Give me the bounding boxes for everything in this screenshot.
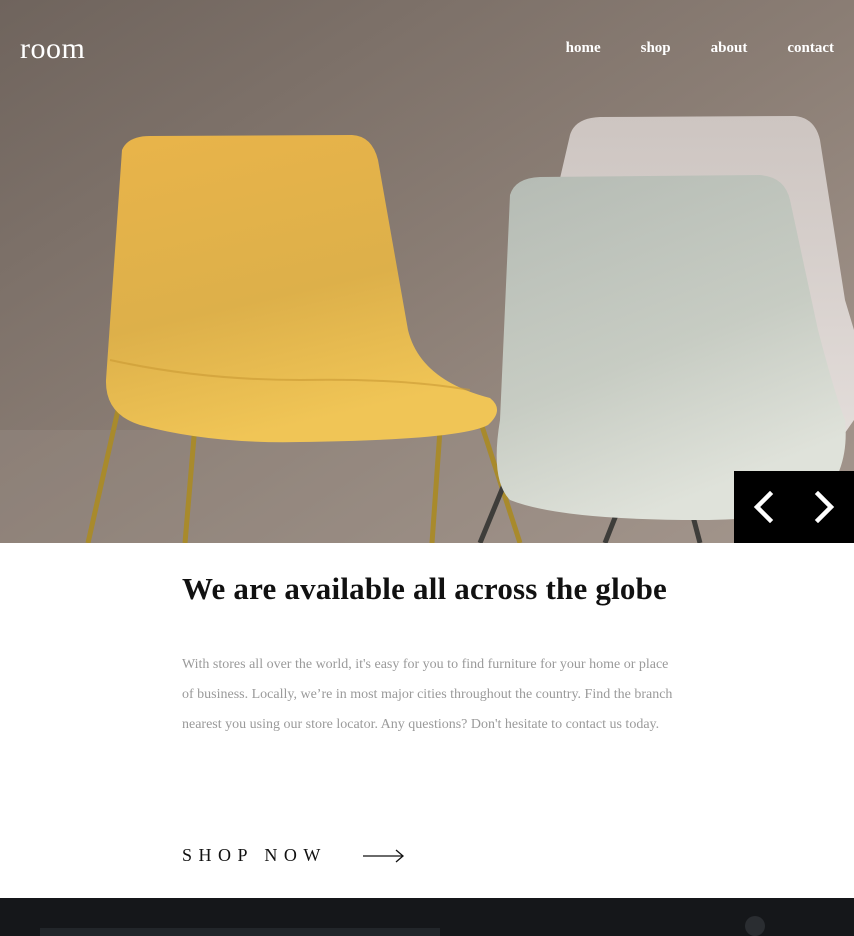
next-slide-button[interactable] (794, 471, 854, 543)
chevron-left-icon (753, 491, 774, 523)
hero-section: room home shop about contact (0, 0, 854, 543)
main-nav: home shop about contact (566, 40, 834, 57)
about-section: We are available all across the globe Wi… (182, 570, 682, 740)
nav-shop[interactable]: shop (641, 40, 671, 57)
slider-controls (734, 471, 854, 543)
logo[interactable]: room (20, 32, 85, 66)
next-section-preview (0, 898, 854, 936)
shop-now-label: SHOP NOW (182, 845, 327, 865)
chevron-right-icon (814, 491, 835, 523)
nav-contact[interactable]: contact (787, 40, 834, 57)
arrow-right-icon (362, 849, 404, 862)
nav-home[interactable]: home (566, 40, 601, 57)
hero-image (0, 0, 854, 543)
section-image-preview (0, 898, 854, 936)
nav-about[interactable]: about (711, 40, 748, 57)
shop-now-button[interactable]: SHOP NOW (182, 845, 405, 866)
section-heading: We are available all across the globe (182, 571, 667, 606)
section-body: With stores all over the world, it's eas… (182, 657, 673, 732)
prev-slide-button[interactable] (734, 471, 794, 543)
